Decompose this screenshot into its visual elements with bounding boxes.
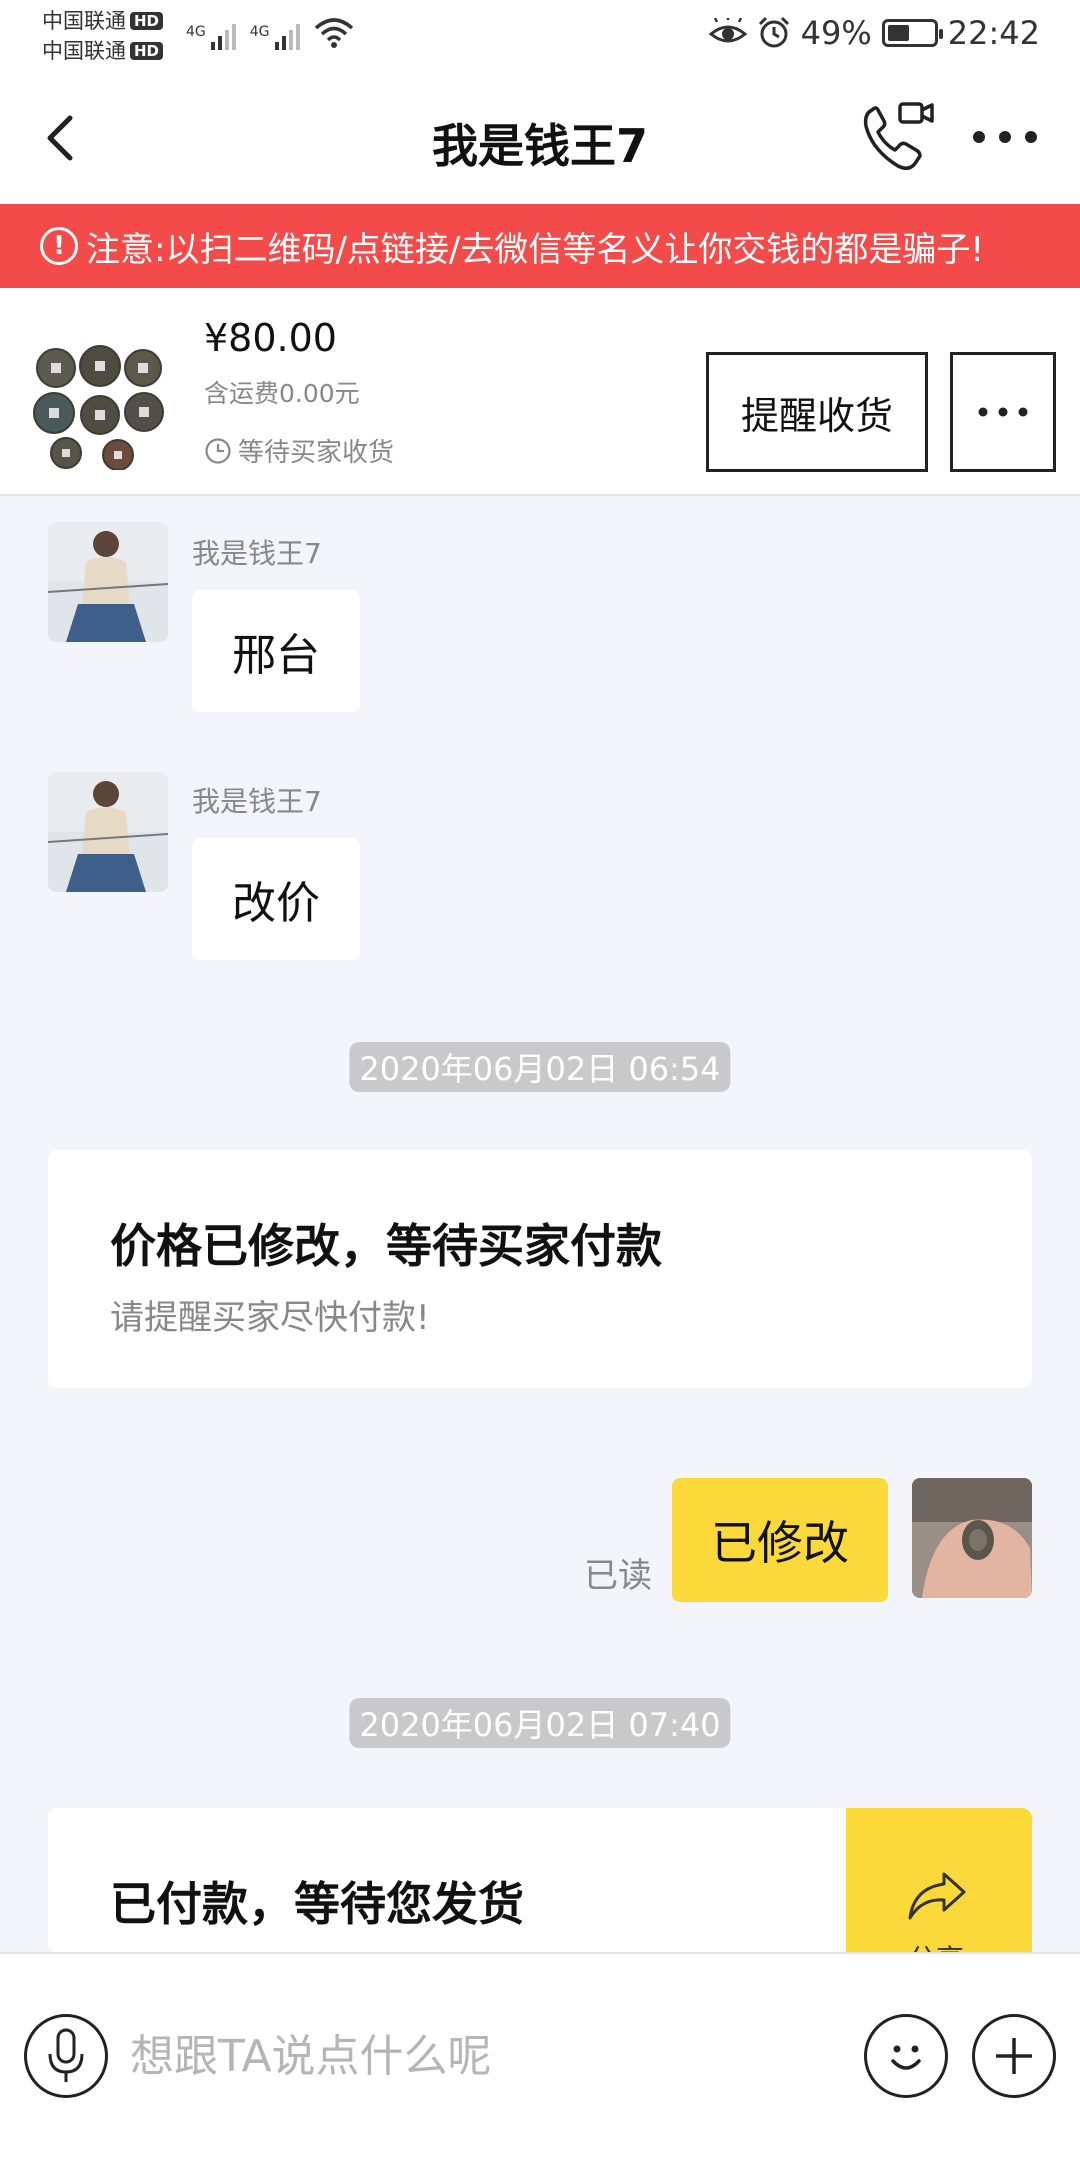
system-notice-title: 价格已修改，等待买家付款: [110, 1219, 662, 1273]
more-options-icon[interactable]: [970, 124, 1040, 150]
voice-input-button[interactable]: [24, 2014, 108, 2098]
order-status: 等待买家收货: [204, 432, 394, 469]
sender-name: 我是钱王7: [192, 537, 322, 570]
status-bar: 中国联通 HD 中国联通 HD 4G 4G 49% 22:42: [0, 0, 1080, 72]
order-card[interactable]: ¥80.00 含运费0.00元 等待买家收货 提醒收货: [0, 288, 1080, 496]
carrier-info: 中国联通 HD 中国联通 HD: [42, 6, 164, 66]
order-price: ¥80.00: [204, 316, 337, 360]
remind-receipt-button[interactable]: 提醒收货: [706, 352, 928, 472]
my-message-bubble[interactable]: 已修改: [672, 1478, 888, 1602]
share-button[interactable]: 分享: [846, 1808, 1032, 1954]
wifi-icon: [314, 18, 353, 48]
battery-icon: [881, 19, 943, 47]
plus-icon: [996, 2038, 1032, 2074]
clock-icon: [205, 437, 231, 464]
hd-badge: HD: [130, 42, 164, 60]
order-status-text: 等待买家收货: [238, 438, 395, 468]
warning-text: 注意:以扫二维码/点链接/去微信等名义让你交钱的都是骗子!: [86, 229, 984, 270]
battery-percent: 49%: [800, 14, 872, 52]
message-input-bar: [0, 1952, 1080, 2160]
share-icon: [908, 1872, 966, 1920]
message-timestamp: 2020年06月02日 06:54: [349, 1042, 731, 1092]
status-right: 49% 22:42: [708, 14, 1040, 52]
read-receipt: 已读: [584, 1556, 652, 1596]
hd-badge: HD: [130, 12, 164, 30]
message-timestamp: 2020年06月02日 07:40: [349, 1698, 731, 1748]
clock-time: 22:42: [947, 14, 1040, 52]
emoji-icon: [891, 2045, 921, 2070]
system-notice-subtitle: 请提醒买家尽快付款!: [110, 1298, 430, 1338]
avatar[interactable]: [48, 522, 168, 642]
order-more-button[interactable]: [950, 352, 1056, 472]
alarm-icon: [758, 16, 789, 48]
message-bubble[interactable]: 邢台: [192, 590, 360, 712]
avatar[interactable]: [48, 772, 168, 892]
signal-icon: 4G: [250, 24, 300, 50]
my-avatar[interactable]: [912, 1478, 1032, 1598]
system-notice-title: 已付款，等待您发货: [110, 1877, 524, 1931]
chat-header: 我是钱王7: [0, 72, 1080, 204]
network-type: 4G: [249, 24, 270, 40]
emoji-button[interactable]: [864, 2014, 948, 2098]
eye-icon: [708, 18, 747, 43]
sender-name: 我是钱王7: [192, 785, 322, 818]
microphone-icon: [48, 2028, 84, 2082]
product-thumbnail[interactable]: [30, 340, 170, 470]
scam-warning-banner: ! 注意:以扫二维码/点链接/去微信等名义让你交钱的都是骗子!: [0, 204, 1080, 288]
signal-icon: 4G: [186, 24, 236, 50]
message-bubble[interactable]: 改价: [192, 838, 360, 960]
system-notice-card[interactable]: 价格已修改，等待买家付款 请提醒买家尽快付款!: [48, 1150, 1032, 1388]
network-type: 4G: [186, 24, 206, 40]
warning-icon: !: [40, 227, 78, 265]
shipping-fee: 含运费0.00元: [204, 379, 360, 408]
message-input[interactable]: [130, 2024, 830, 2088]
more-actions-button[interactable]: [972, 2014, 1056, 2098]
carrier-1: 中国联通: [42, 9, 126, 33]
more-options-icon: [978, 407, 1028, 417]
video-call-icon[interactable]: [858, 100, 936, 174]
carrier-2: 中国联通: [42, 39, 126, 63]
signal-indicators: 4G 4G: [186, 16, 354, 50]
